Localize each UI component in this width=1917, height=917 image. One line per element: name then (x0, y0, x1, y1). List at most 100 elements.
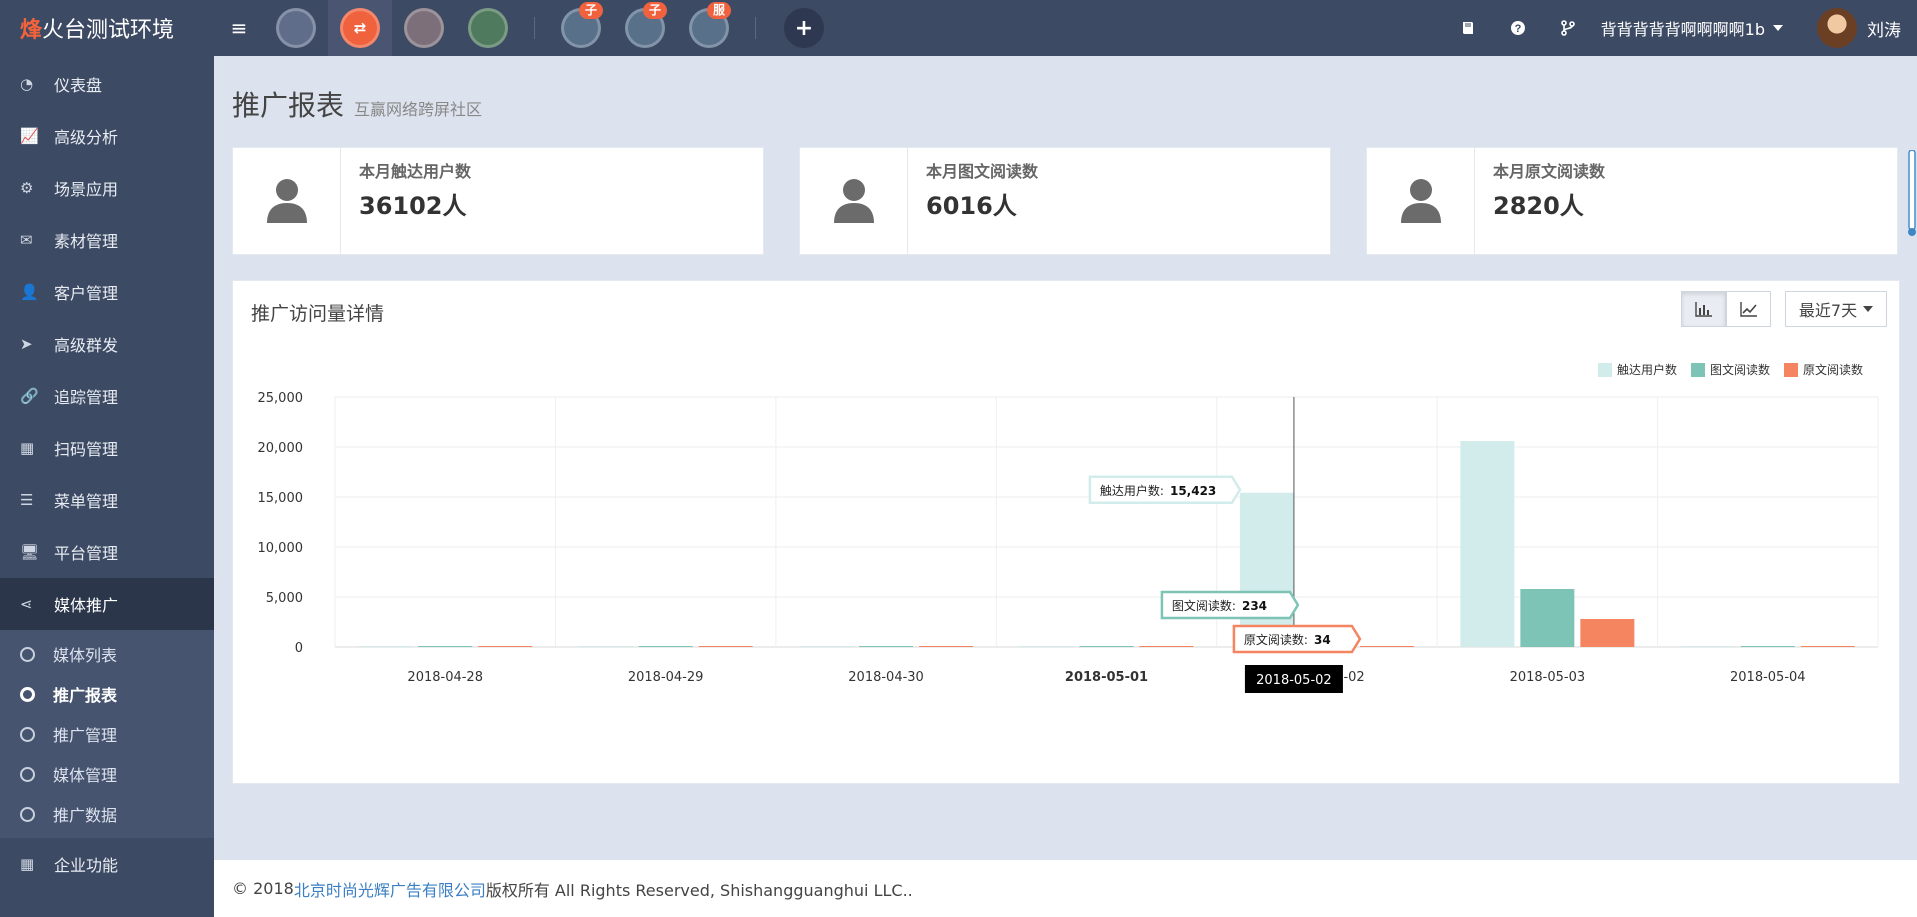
app-1-icon (276, 8, 316, 48)
app-icon-wechat[interactable] (456, 0, 520, 56)
sidebar-item-10[interactable]: ⋖ 媒体推广 (0, 578, 214, 630)
app-2-icon: ⇄ (340, 8, 380, 48)
sidebar-item-6[interactable]: 🔗 追踪管理 (0, 370, 214, 422)
bar-3[interactable] (1359, 646, 1414, 647)
bar-2[interactable] (1740, 646, 1795, 647)
subnav-item-label: 媒体列表 (53, 646, 118, 665)
account-dropdown[interactable]: 背背背背背啊啊啊啊1b (1593, 16, 1795, 40)
account-name: 背背背背背啊啊啊啊1b (1600, 20, 1765, 39)
bar-3[interactable] (698, 646, 753, 647)
bar-1[interactable] (799, 646, 854, 647)
app-icon-app-6[interactable]: 子 (613, 0, 677, 56)
bar-1[interactable] (1680, 646, 1735, 647)
sidebar-item-5[interactable]: ➤ 高级群发 (0, 318, 214, 370)
app-icon-app-1[interactable] (264, 0, 328, 56)
grid-icon: ▦ (20, 855, 35, 873)
divider (755, 17, 756, 39)
bar-chart-icon (1694, 302, 1712, 317)
sidebar-item-0[interactable]: ◔ 仪表盘 (0, 58, 214, 110)
bar-2[interactable] (859, 646, 914, 647)
list-icon: ☰ (20, 491, 34, 509)
bar-3[interactable] (1800, 646, 1855, 647)
bar-1[interactable] (1019, 646, 1074, 647)
subnav-item-0[interactable]: 媒体列表 (0, 634, 214, 674)
sidebar-item-label: 高级群发 (54, 336, 119, 355)
sidebar-item-2[interactable]: ⚙ 场景应用 (0, 162, 214, 214)
sidebar-item-label: 追踪管理 (54, 388, 119, 407)
sidebar-item-enterprise[interactable]: ▦ 企业功能 (0, 838, 214, 890)
footer-rights: 版权所有 All Rights Reserved, Shishangguangh… (485, 880, 913, 900)
app-badge: 子 (578, 2, 603, 19)
x-tick-label: 2018-04-30 (848, 670, 924, 685)
envelope-icon: ✉ (20, 231, 33, 249)
sidebar-item-1[interactable]: 📈 高级分析 (0, 110, 214, 162)
bar-3[interactable] (478, 646, 533, 647)
sidebar-item-4[interactable]: 👤 客户管理 (0, 266, 214, 318)
chevron-down-icon (1863, 306, 1874, 312)
user-icon (233, 148, 341, 254)
sidebar-item-label: 素材管理 (54, 232, 119, 251)
app-icon-app-3[interactable] (392, 0, 456, 56)
sidebar-item-8[interactable]: ☰ 菜单管理 (0, 474, 214, 526)
x-tick-label: 2018-04-29 (628, 670, 704, 685)
app-icon-app-2[interactable]: ⇄ (328, 0, 392, 56)
footer: © 2018 北京时尚光辉广告有限公司 版权所有 All Rights Rese… (214, 860, 1917, 917)
subnav-item-label: 媒体管理 (53, 766, 118, 785)
bar-2[interactable] (1079, 646, 1134, 647)
app-icon-app-7[interactable]: 服 (677, 0, 741, 56)
scrollbar[interactable] (1907, 150, 1917, 240)
bar-3[interactable] (1139, 646, 1194, 647)
add-app-button[interactable]: + (784, 8, 824, 48)
bar-1[interactable] (578, 646, 633, 647)
chart-legend: 触达用户数 图文阅读数 原文阅读数 (1597, 361, 1863, 378)
subnav-item-label: 推广管理 (53, 726, 118, 745)
brand-logo[interactable]: 烽火台测试环境 (0, 0, 214, 56)
subnav-item-4[interactable]: 推广数据 (0, 794, 214, 834)
legend-item[interactable]: 图文阅读数 (1690, 361, 1770, 378)
sidebar-item-7[interactable]: ▦ 扫码管理 (0, 422, 214, 474)
bar-3[interactable] (1580, 619, 1635, 647)
stat-label: 本月图文阅读数 (926, 162, 1039, 181)
stat-card: 本月图文阅读数 6016人 (799, 147, 1331, 255)
tooltip-value: 34 (1314, 633, 1331, 647)
branch-icon[interactable] (1543, 0, 1593, 56)
user-icon (1367, 148, 1475, 254)
sidebar-item-3[interactable]: ✉ 素材管理 (0, 214, 214, 266)
circle-icon (20, 646, 35, 662)
legend-label: 原文阅读数 (1802, 363, 1863, 377)
y-tick-label: 15,000 (258, 491, 304, 506)
help-icon[interactable]: ? (1493, 0, 1543, 56)
subnav-item-1[interactable]: 推广报表 (0, 674, 214, 714)
subnav-item-2[interactable]: 推广管理 (0, 714, 214, 754)
book-icon[interactable] (1443, 0, 1493, 56)
sidebar-item-label: 高级分析 (54, 128, 119, 147)
date-range-dropdown[interactable]: 最近7天 (1785, 291, 1887, 327)
footer-copyright: © 2018 (232, 879, 294, 898)
user-realname[interactable]: 刘涛 (1867, 16, 1901, 41)
avatar[interactable] (1817, 8, 1857, 48)
subnav-item-3[interactable]: 媒体管理 (0, 754, 214, 794)
app-icon-app-5[interactable]: 子 (549, 0, 613, 56)
stat-card: 本月触达用户数 36102人 (232, 147, 764, 255)
bar-1[interactable] (1239, 492, 1294, 647)
line-chart-button[interactable] (1726, 291, 1771, 327)
sidebar-item-label: 场景应用 (54, 180, 119, 199)
bar-1[interactable] (358, 646, 413, 647)
legend-item[interactable]: 触达用户数 (1597, 361, 1677, 378)
bar-3[interactable] (919, 646, 974, 647)
footer-company-link[interactable]: 北京时尚光辉广告有限公司 (294, 877, 486, 901)
legend-item[interactable]: 原文阅读数 (1783, 361, 1863, 378)
panel-title: 推广访问量详情 (251, 303, 385, 325)
stat-body: 本月图文阅读数 6016人 (908, 148, 1056, 254)
stat-value: 2820人 (1493, 192, 1584, 220)
bar-1[interactable] (1460, 441, 1515, 647)
bar-2[interactable] (418, 646, 473, 647)
app-3-icon (404, 8, 444, 48)
bar-chart-button[interactable] (1681, 291, 1726, 327)
sidebar-item-9[interactable]: 🖥 平台管理 (0, 526, 214, 578)
svg-text:?: ? (1514, 23, 1521, 35)
menu-toggle-icon[interactable]: ≡ (214, 0, 264, 56)
bar-2[interactable] (1520, 589, 1575, 647)
bar-2[interactable] (638, 646, 693, 647)
y-tick-label: 5,000 (266, 591, 303, 606)
